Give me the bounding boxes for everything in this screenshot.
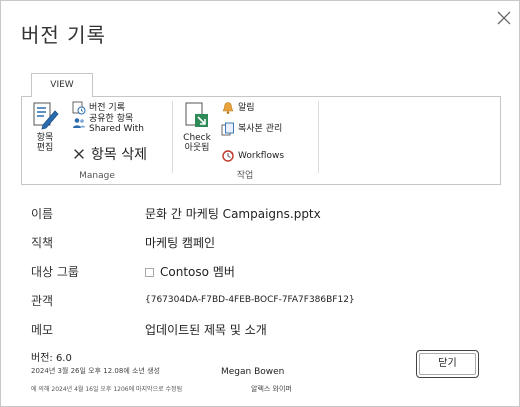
close-icon[interactable] bbox=[495, 9, 513, 27]
shared-users-icon bbox=[72, 116, 86, 130]
check-out-label-1: Check bbox=[183, 133, 211, 143]
shared-with-label-ko: 공유한 항목 bbox=[89, 114, 134, 124]
workflows-button[interactable]: Workflows bbox=[221, 149, 284, 163]
alert-label: 알림 bbox=[238, 103, 255, 113]
delete-item-button[interactable]: 항목 삭제 bbox=[72, 147, 147, 163]
shared-with-button[interactable]: 공유한 항목 Shared With bbox=[72, 114, 144, 134]
audience-value: Contoso 멤버 bbox=[160, 265, 235, 279]
field-value: Contoso 멤버 bbox=[145, 263, 235, 280]
delete-item-label: 항목 삭제 bbox=[91, 147, 147, 163]
field-row-comment: 메모 업데이트된 제목 및 소개 bbox=[31, 321, 491, 343]
workflows-label: Workflows bbox=[238, 151, 285, 161]
created-by-user: Megan Bowen bbox=[221, 367, 285, 377]
ribbon: VIEW 항목 편집 버전 기록 공유한 항목 Shared With 항목 삭… bbox=[21, 67, 501, 185]
field-label: 관객 bbox=[31, 294, 54, 308]
field-label: 직책 bbox=[31, 236, 54, 250]
check-out-icon bbox=[183, 101, 211, 131]
history-icon bbox=[72, 101, 86, 115]
edit-document-icon bbox=[31, 101, 59, 131]
check-out-label-2: 아웃됨 bbox=[184, 143, 210, 153]
tab-view[interactable]: VIEW bbox=[31, 73, 93, 97]
created-info: 2024년 3월 26일 오후 12.08에 소년 생성 bbox=[31, 367, 160, 375]
modified-by-user: 알렉스 와이퍼 bbox=[251, 385, 292, 393]
bell-icon bbox=[221, 101, 235, 115]
version-history-dialog: 버전 기록 VIEW 항목 편집 버전 기록 공유한 항목 Shared Wit… bbox=[0, 0, 520, 407]
ribbon-group-actions: Check 아웃됨 알림 복사본 관리 Workflows 작업 bbox=[173, 97, 317, 184]
edit-item-button[interactable]: 항목 편집 bbox=[28, 101, 62, 153]
version-number: 버전: 6.0 bbox=[31, 353, 72, 364]
actions-group-label: 작업 bbox=[236, 171, 254, 181]
manage-copies-label: 복사본 관리 bbox=[238, 124, 283, 134]
manage-copies-button[interactable]: 복사본 관리 bbox=[221, 122, 282, 136]
check-out-button[interactable]: Check 아웃됨 bbox=[179, 101, 215, 153]
field-value: {767304DA-F7BD-4FEB-BOCF-7FA7F386BF12} bbox=[145, 295, 355, 305]
field-row-audience-id: 관객 {767304DA-F7BD-4FEB-BOCF-7FA7F386BF12… bbox=[31, 292, 491, 314]
edit-item-label-1: 항목 bbox=[36, 133, 54, 143]
dialog-title: 버전 기록 bbox=[21, 23, 106, 47]
manage-group-label: Manage bbox=[79, 171, 115, 181]
workflow-icon bbox=[221, 149, 235, 163]
ribbon-group-manage: 항목 편집 버전 기록 공유한 항목 Shared With 항목 삭제 Man… bbox=[22, 97, 172, 184]
alert-button[interactable]: 알림 bbox=[221, 101, 255, 115]
version-history-label: 버전 기록 bbox=[89, 103, 125, 113]
edit-item-label-2: 편집 bbox=[36, 143, 54, 153]
delete-x-icon bbox=[72, 147, 88, 163]
checkbox-icon bbox=[145, 268, 154, 277]
modified-info: 에 의해 2024년 4월 16일 오후 1206에 마지막으로 수정됨 bbox=[31, 386, 183, 393]
ribbon-body: 항목 편집 버전 기록 공유한 항목 Shared With 항목 삭제 Man… bbox=[21, 96, 501, 185]
ribbon-separator bbox=[318, 101, 319, 173]
field-value: 마케팅 캠페인 bbox=[145, 236, 216, 250]
field-row-title: 직책 마케팅 캠페인 bbox=[31, 234, 491, 256]
shared-with-label-en: Shared With bbox=[89, 124, 144, 134]
field-label: 이름 bbox=[31, 207, 54, 221]
field-label: 대상 그룹 bbox=[31, 265, 79, 279]
field-value: 업데이트된 제목 및 소개 bbox=[145, 323, 267, 337]
close-button[interactable]: 닫기 bbox=[416, 350, 479, 378]
copies-icon bbox=[221, 122, 235, 136]
field-value: 문화 간 마케팅 Campaigns.pptx bbox=[145, 207, 321, 221]
field-row-audience: 대상 그룹 Contoso 멤버 bbox=[31, 263, 491, 285]
field-label: 메모 bbox=[31, 323, 54, 337]
version-history-button[interactable]: 버전 기록 bbox=[72, 101, 125, 115]
field-row-name: 이름 문화 간 마케팅 Campaigns.pptx bbox=[31, 205, 491, 227]
